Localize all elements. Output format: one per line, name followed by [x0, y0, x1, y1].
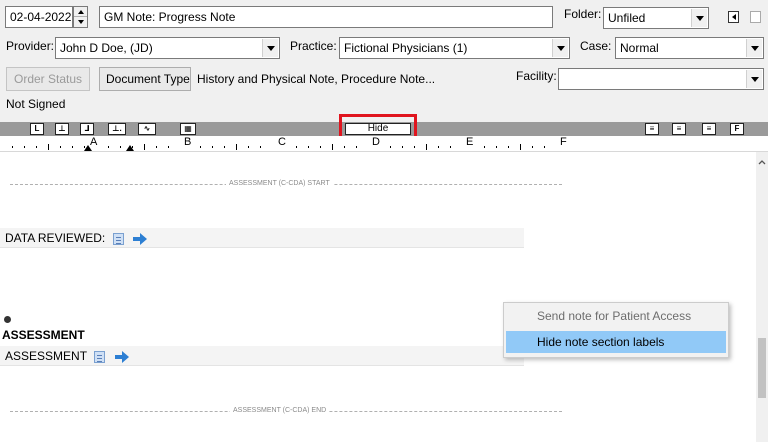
order-status-button[interactable]: Order Status — [6, 67, 90, 91]
folder-dropdown[interactable]: Unfiled — [603, 7, 709, 29]
spin-up-icon[interactable] — [74, 7, 87, 17]
facility-dropdown[interactable] — [558, 68, 764, 90]
data-reviewed-label: DATA REVIEWED: — [5, 231, 106, 245]
practice-label: Practice: — [290, 39, 337, 53]
data-reviewed-field: DATA REVIEWED: — [5, 230, 147, 246]
ruler: A B C D E F — [0, 136, 768, 152]
notes-icon[interactable] — [112, 232, 124, 245]
chevron-down-icon[interactable] — [746, 70, 762, 88]
provider-value: John D Doe, (JD) — [60, 41, 153, 55]
keyboard-icon[interactable]: ▦ — [180, 123, 196, 135]
assessment-label: ASSESSMENT — [5, 349, 87, 363]
case-label: Case: — [580, 39, 612, 53]
ruler-mark-a: A — [90, 136, 98, 148]
document-type-value: History and Physical Note, Procedure Not… — [197, 72, 436, 86]
note-title-input[interactable]: GM Note: Progress Note — [99, 6, 553, 28]
tab-decimal-icon[interactable]: ⊥. — [108, 123, 126, 135]
chevron-down-icon[interactable] — [691, 9, 707, 27]
menu-item-hide-section-labels[interactable]: Hide note section labels — [506, 331, 726, 353]
ruler-ticks — [12, 144, 545, 151]
tab-right-icon[interactable]: ⅃ — [80, 123, 94, 135]
case-dropdown[interactable]: Normal — [615, 37, 764, 59]
page-icon[interactable] — [750, 11, 761, 23]
arrow-right-icon[interactable] — [132, 232, 147, 245]
assessment-field: ASSESSMENT — [5, 348, 129, 364]
case-value: Normal — [620, 41, 659, 55]
section-end-label: ASSESSMENT (C-CDA) END — [230, 407, 330, 414]
provider-dropdown[interactable]: John D Doe, (JD) — [55, 37, 280, 59]
align-right-icon[interactable]: ≡ — [702, 123, 716, 135]
date-field[interactable]: 02-04-2022 — [5, 6, 73, 28]
provider-label: Provider: — [6, 39, 55, 53]
note-editor[interactable]: ASSESSMENT (C-CDA) START DATA REVIEWED: … — [0, 152, 756, 442]
arrow-right-icon[interactable] — [114, 350, 129, 363]
ruler-mark-e: E — [466, 136, 474, 148]
bullet-icon — [4, 316, 11, 323]
spin-down-icon[interactable] — [74, 17, 87, 27]
align-left-icon[interactable]: ≡ — [645, 123, 659, 135]
notes-icon[interactable] — [94, 350, 106, 363]
scroll-up-icon[interactable] — [756, 156, 768, 168]
vertical-scrollbar[interactable] — [756, 152, 768, 442]
chevron-down-icon[interactable] — [746, 39, 762, 57]
wave-icon[interactable]: ∿ — [138, 123, 156, 135]
sign-status: Not Signed — [6, 97, 66, 111]
context-menu: Send note for Patient Access Hide note s… — [503, 302, 729, 358]
format-f-button[interactable]: F — [730, 123, 744, 135]
section-heading: ASSESSMENT — [2, 328, 85, 342]
align-center-icon[interactable]: ≡ — [672, 123, 686, 135]
practice-dropdown[interactable]: Fictional Physicians (1) — [339, 37, 570, 59]
menu-item-send-patient-access[interactable]: Send note for Patient Access — [506, 305, 726, 327]
section-start-label: ASSESSMENT (C-CDA) START — [226, 180, 333, 187]
date-spinner[interactable] — [73, 6, 88, 28]
tab-left-icon[interactable]: L — [30, 123, 44, 135]
chevron-down-icon[interactable] — [552, 39, 568, 57]
tab-center-icon[interactable]: ⊥ — [55, 123, 69, 135]
practice-value: Fictional Physicians (1) — [344, 41, 468, 55]
ruler-mark-c: C — [278, 136, 286, 148]
ruler-mark-d: D — [372, 136, 380, 148]
ruler-mark-f: F — [560, 136, 567, 148]
copy-icon[interactable] — [728, 11, 739, 23]
scroll-thumb[interactable] — [758, 338, 766, 398]
chevron-down-icon[interactable] — [262, 39, 278, 57]
document-type-button[interactable]: Document Type — [99, 67, 191, 91]
folder-value: Unfiled — [608, 11, 646, 25]
facility-label: Facility: — [516, 69, 557, 83]
folder-label: Folder: — [564, 7, 602, 21]
ruler-mark-b: B — [184, 136, 192, 148]
